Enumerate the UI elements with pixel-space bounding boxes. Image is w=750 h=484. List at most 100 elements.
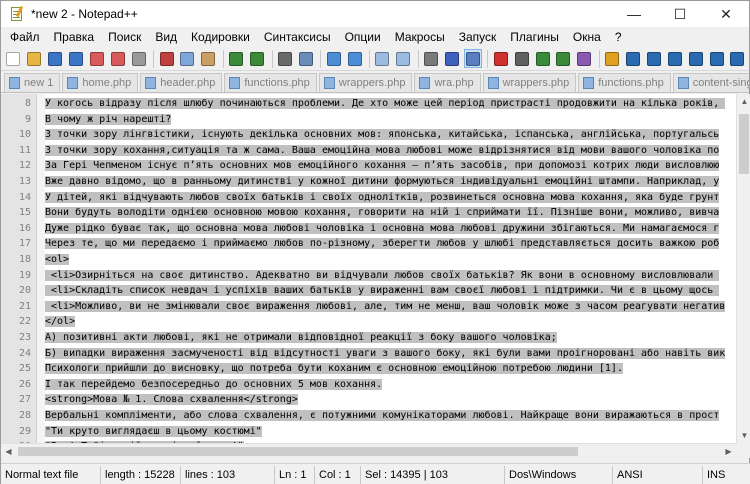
show-all-chars-button[interactable] — [443, 49, 462, 68]
editor-line[interactable]: 13 Вже давно відомо, що в ранньому дитинс… — [1, 174, 736, 190]
zoom-in-button[interactable] — [324, 49, 343, 68]
menu-item-9[interactable]: Плагины — [503, 27, 566, 47]
file-icon — [583, 77, 595, 89]
status-encoding[interactable]: ANSI — [613, 465, 703, 484]
editor-line[interactable]: 14 У дітей, які відчувають любов своїх ба… — [1, 190, 736, 206]
editor-line[interactable]: 17 Через те, що ми передаємо і приймаємо … — [1, 236, 736, 252]
menu-item-11[interactable]: ? — [608, 27, 629, 47]
editor-line[interactable]: 26 І так перейдемо безпосередньо до основ… — [1, 377, 736, 393]
minimize-button[interactable]: — — [611, 1, 657, 27]
compare-button[interactable] — [728, 49, 747, 68]
editor-line[interactable]: 28 Вербальні компліменти, або слова схвал… — [1, 408, 736, 424]
close-all-button[interactable] — [108, 49, 127, 68]
status-mode[interactable]: INS — [703, 466, 749, 484]
editor-line[interactable]: 8 У когось відразу після шлюбу починаютьс… — [1, 96, 736, 112]
status-eol[interactable]: Dos\Windows — [505, 465, 613, 484]
menu-item-5[interactable]: Синтаксисы — [257, 27, 338, 47]
word-wrap-button[interactable] — [422, 49, 441, 68]
tab-7[interactable]: functions.php — [578, 73, 671, 92]
print-button[interactable] — [129, 49, 148, 68]
editor-line[interactable]: 20 <li>Складіть список невдач і успіхів … — [1, 283, 736, 299]
dropdown-button[interactable] — [707, 49, 726, 68]
editor-line[interactable]: 23 А) позитивні акти любові, які не отрим… — [1, 330, 736, 346]
vertical-scrollbar[interactable]: ▲ ▼ — [736, 94, 750, 443]
status-ln: Ln : 1 — [275, 465, 315, 484]
next-error-icon — [688, 51, 703, 66]
zoom-out-button[interactable] — [345, 49, 364, 68]
vertical-scroll-thumb[interactable] — [739, 114, 749, 174]
editor-line[interactable]: 15 Вони будуть володіти однією основною м… — [1, 205, 736, 221]
copy-button[interactable] — [178, 49, 197, 68]
undo-button[interactable] — [227, 49, 246, 68]
save-button[interactable] — [46, 49, 65, 68]
spellcheck-auto-button[interactable] — [624, 49, 643, 68]
paste-button[interactable] — [199, 49, 218, 68]
play-multiple-button[interactable] — [554, 49, 573, 68]
tab-4[interactable]: wrappers.php — [318, 73, 413, 92]
next-error-button[interactable] — [686, 49, 705, 68]
play-macro-button[interactable] — [533, 49, 552, 68]
editor-line[interactable]: 27 <strong>Мова № 1. Слова схвалення</str… — [1, 392, 736, 408]
file-icon — [487, 77, 499, 89]
save-macro-button[interactable] — [575, 49, 594, 68]
sync-hscroll-button[interactable] — [394, 49, 413, 68]
cut-button[interactable] — [157, 49, 176, 68]
editor-area[interactable]: 8 У когось відразу після шлюбу починаютьс… — [1, 94, 736, 443]
tab-2[interactable]: header.php — [140, 73, 223, 92]
scroll-down-icon[interactable]: ▼ — [737, 428, 750, 443]
editor-line[interactable]: 10 З точки зору лінгвістики, існують декі… — [1, 127, 736, 143]
editor-line[interactable]: 29 "Ти круто виглядаєш в цьому костюмі" — [1, 424, 736, 440]
scroll-right-icon[interactable]: ▶ — [721, 444, 736, 459]
editor-line[interactable]: 11 З точки зору кохання,ситуація та ж сам… — [1, 143, 736, 159]
line-text: Дуже рідко буває так, що основна мова лю… — [45, 222, 720, 234]
line-number: 19 — [18, 269, 31, 281]
close-button[interactable] — [88, 49, 107, 68]
editor-line[interactable]: 9 В чому ж річ нарешті? — [1, 112, 736, 128]
menu-item-10[interactable]: Окна — [566, 27, 608, 47]
indent-guide-button[interactable] — [463, 49, 483, 68]
save-all-button[interactable] — [67, 49, 86, 68]
abc-button[interactable] — [645, 49, 664, 68]
sync-scroll-button[interactable] — [373, 49, 392, 68]
horizontal-scrollbar[interactable]: ◀ ▶ — [1, 443, 736, 458]
tab-3[interactable]: functions.php — [224, 73, 317, 92]
open-file-button[interactable] — [25, 49, 44, 68]
toolbar-separator — [417, 49, 419, 68]
stop-record-button[interactable] — [512, 49, 531, 68]
menu-item-4[interactable]: Кодировки — [184, 27, 257, 47]
scroll-left-icon[interactable]: ◀ — [1, 444, 16, 459]
menu-item-3[interactable]: Вид — [148, 27, 184, 47]
menu-item-1[interactable]: Правка — [47, 27, 102, 47]
new-file-button[interactable] — [4, 49, 23, 68]
close-window-button[interactable]: ✕ — [703, 1, 749, 27]
spellcheck-button[interactable] — [603, 49, 622, 68]
tab-1[interactable]: home.php — [62, 73, 139, 92]
editor-line[interactable]: 19 <li>Озирніться на своє дитинство. Аде… — [1, 268, 736, 284]
tab-5[interactable]: wra.php — [414, 73, 481, 92]
horizontal-scroll-thumb[interactable] — [18, 447, 578, 456]
scroll-up-icon[interactable]: ▲ — [737, 94, 750, 109]
editor-line[interactable]: 22 </ol> — [1, 314, 736, 330]
editor-line[interactable]: 25 Психологи прийшли до висновку, що потр… — [1, 361, 736, 377]
replace-button[interactable] — [296, 49, 315, 68]
find-button[interactable] — [276, 49, 295, 68]
editor-line[interactable]: 24 Б) випадки вираження засмученості від … — [1, 346, 736, 362]
maximize-button[interactable]: ☐ — [657, 1, 703, 27]
menu-item-8[interactable]: Запуск — [452, 27, 504, 47]
tab-6[interactable]: wrappers.php — [482, 73, 577, 92]
menu-item-2[interactable]: Поиск — [101, 27, 148, 47]
menu-item-6[interactable]: Опции — [338, 27, 388, 47]
record-macro-icon — [493, 51, 508, 66]
menu-item-0[interactable]: Файл — [3, 27, 47, 47]
spellcheck-auto-icon — [626, 51, 641, 66]
tab-0[interactable]: new 1 — [4, 73, 61, 92]
prev-error-button[interactable] — [665, 49, 684, 68]
menu-item-7[interactable]: Макросы — [388, 27, 452, 47]
editor-line[interactable]: 21 <li>Можливо, ви не змінювали своє вир… — [1, 299, 736, 315]
record-macro-button[interactable] — [491, 49, 510, 68]
redo-button[interactable] — [248, 49, 267, 68]
editor-line[interactable]: 18 <ol> — [1, 252, 736, 268]
editor-line[interactable]: 16 Дуже рідко буває так, що основна мова … — [1, 221, 736, 237]
tab-8[interactable]: content-single.php — [672, 73, 749, 92]
editor-line[interactable]: 12 За Гері Чепменом існує п’ять основних … — [1, 158, 736, 174]
